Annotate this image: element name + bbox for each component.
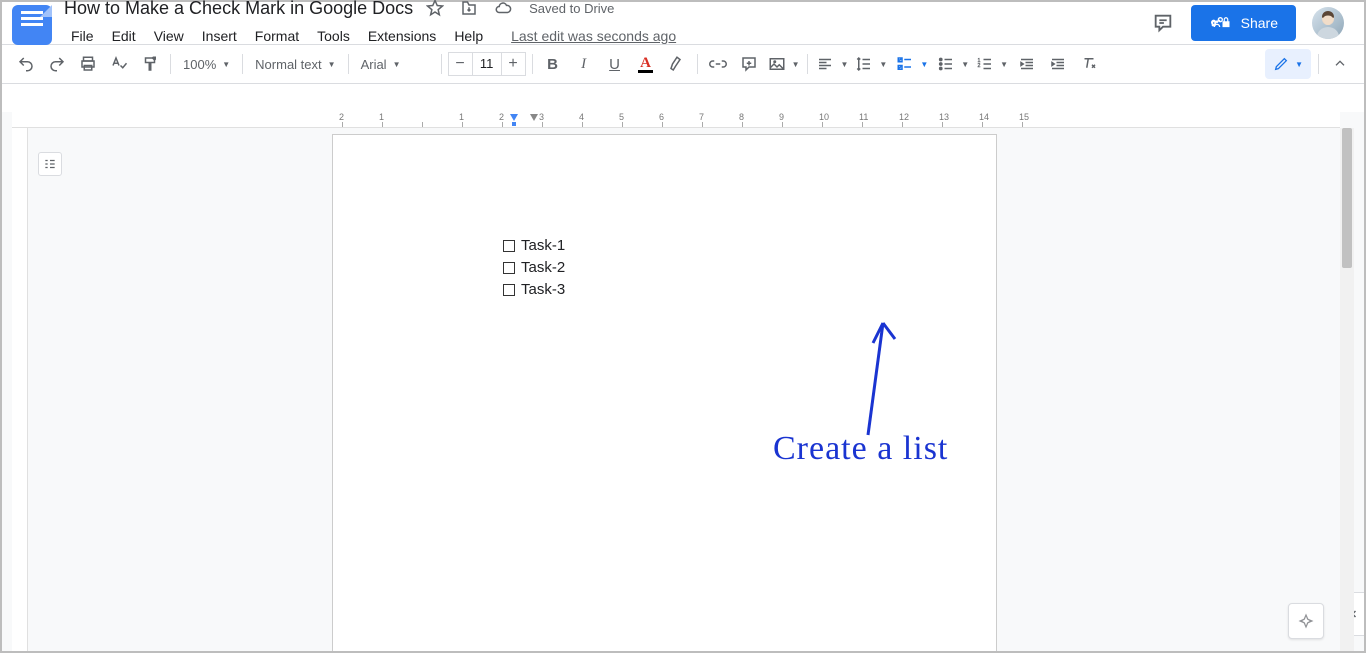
menu-extensions[interactable]: Extensions <box>361 24 443 48</box>
menu-view[interactable]: View <box>147 24 191 48</box>
menu-tools[interactable]: Tools <box>310 24 357 48</box>
line-spacing-button[interactable]: ▼ <box>853 50 889 78</box>
print-button[interactable] <box>74 50 102 78</box>
font-select[interactable]: Arial▼ <box>355 50 435 78</box>
add-comment-button[interactable] <box>735 50 763 78</box>
hide-menus-button[interactable] <box>1326 50 1354 78</box>
highlight-button[interactable] <box>663 50 691 78</box>
style-select[interactable]: Normal text▼ <box>249 50 341 78</box>
checkbox-icon[interactable] <box>503 284 515 296</box>
font-size-increase[interactable]: + <box>502 52 526 76</box>
scrollbar-thumb[interactable] <box>1342 128 1352 268</box>
italic-button[interactable]: I <box>570 50 598 78</box>
docs-logo[interactable] <box>12 5 52 45</box>
explore-button[interactable] <box>1288 603 1324 639</box>
text-color-button[interactable]: A <box>632 50 660 78</box>
horizontal-ruler[interactable]: 21123456789101112131415 <box>12 112 1340 128</box>
toolbar: 100%▼ Normal text▼ Arial▼ − 11 + B I U A… <box>2 44 1364 84</box>
insert-link-button[interactable] <box>704 50 732 78</box>
redo-button[interactable] <box>43 50 71 78</box>
workspace: 21123456789101112131415 Task-1 Task-2 Ta… <box>2 112 1364 651</box>
star-icon[interactable] <box>423 0 447 20</box>
list-item: Task-2 <box>503 257 565 279</box>
menu-file[interactable]: File <box>64 24 101 48</box>
vertical-ruler[interactable] <box>12 128 28 651</box>
bulleted-list-button[interactable]: ▼ <box>935 50 971 78</box>
bold-button[interactable]: B <box>539 50 567 78</box>
vertical-scrollbar[interactable] <box>1340 128 1354 651</box>
paint-format-button[interactable] <box>136 50 164 78</box>
annotation-arrow <box>863 315 923 445</box>
cloud-icon <box>491 0 515 20</box>
document-page[interactable]: Task-1 Task-2 Task-3 Create a list <box>332 134 997 651</box>
share-label: Share <box>1241 15 1278 31</box>
insert-image-button[interactable]: ▼ <box>766 50 802 78</box>
menu-format[interactable]: Format <box>248 24 306 48</box>
font-size-decrease[interactable]: − <box>448 52 472 76</box>
increase-indent-button[interactable] <box>1044 50 1072 78</box>
account-avatar[interactable] <box>1312 7 1344 39</box>
decrease-indent-button[interactable] <box>1013 50 1041 78</box>
document-content[interactable]: Task-1 Task-2 Task-3 <box>503 235 565 301</box>
menu-edit[interactable]: Edit <box>105 24 143 48</box>
annotation-text: Create a list <box>773 430 948 468</box>
document-title[interactable]: How to Make a Check Mark in Google Docs <box>64 0 413 19</box>
outline-toggle[interactable] <box>38 152 62 176</box>
spellcheck-button[interactable] <box>105 50 133 78</box>
menu-help[interactable]: Help <box>447 24 490 48</box>
share-button[interactable]: Share <box>1191 5 1296 41</box>
clear-formatting-button[interactable] <box>1075 50 1103 78</box>
saved-status: Saved to Drive <box>529 1 614 16</box>
list-item: Task-3 <box>503 279 565 301</box>
zoom-select[interactable]: 100%▼ <box>177 50 236 78</box>
font-size-control[interactable]: − 11 + <box>448 52 526 76</box>
align-button[interactable]: ▼ <box>814 50 850 78</box>
svg-text:2: 2 <box>978 63 981 69</box>
checkbox-icon[interactable] <box>503 262 515 274</box>
menu-insert[interactable]: Insert <box>195 24 244 48</box>
last-edit-link[interactable]: Last edit was seconds ago <box>504 24 683 48</box>
editing-mode-button[interactable]: ▼ <box>1265 49 1311 79</box>
underline-button[interactable]: U <box>601 50 629 78</box>
move-icon[interactable] <box>457 0 481 20</box>
checklist-button[interactable]: ▼ <box>892 50 932 78</box>
comments-icon[interactable] <box>1151 11 1175 35</box>
font-size-value[interactable]: 11 <box>472 52 502 76</box>
checkbox-icon[interactable] <box>503 240 515 252</box>
numbered-list-button[interactable]: 12▼ <box>974 50 1010 78</box>
list-item: Task-1 <box>503 235 565 257</box>
undo-button[interactable] <box>12 50 40 78</box>
